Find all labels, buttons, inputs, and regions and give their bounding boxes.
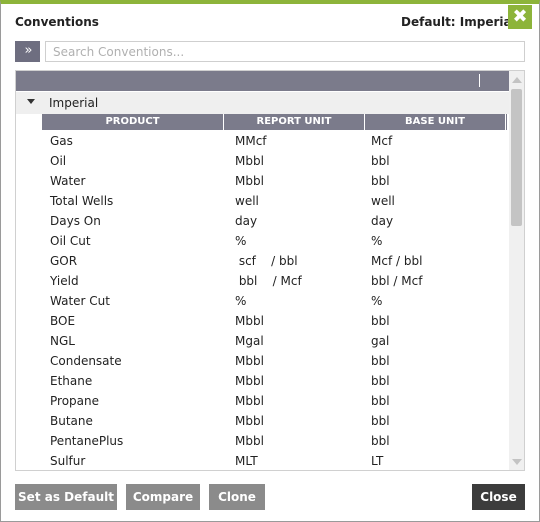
group-label: Imperial bbox=[49, 96, 99, 110]
report-unit-cell: Mbbl bbox=[235, 354, 264, 368]
product-cell: Butane bbox=[50, 414, 93, 428]
table-row[interactable]: Water Cut%% bbox=[16, 291, 509, 311]
dialog-title: Conventions bbox=[15, 15, 99, 29]
scroll-up-icon[interactable] bbox=[512, 77, 522, 83]
scroll-down-icon[interactable] bbox=[512, 459, 522, 465]
expand-panel-button[interactable]: » bbox=[15, 41, 40, 62]
table-row[interactable]: NGL Mgal gal bbox=[16, 331, 509, 351]
column-header-report-unit[interactable]: REPORT UNIT bbox=[224, 116, 364, 127]
product-cell: Ethane bbox=[50, 374, 93, 388]
base-unit-cell: bbl / Mcf bbox=[371, 274, 423, 288]
base-unit-cell: LT bbox=[371, 454, 384, 468]
report-unit-cell: Mbbl bbox=[235, 154, 264, 168]
group-row-imperial[interactable]: Imperial bbox=[16, 92, 509, 114]
base-unit-cell: bbl bbox=[371, 314, 390, 328]
product-cell: Yield bbox=[50, 274, 79, 288]
base-unit-cell: gal bbox=[371, 334, 390, 348]
conventions-dialog: Conventions Default: Imperial ✖ » Imperi… bbox=[0, 0, 540, 522]
scrollbar-thumb[interactable] bbox=[511, 89, 522, 226]
column-divider bbox=[505, 114, 506, 130]
base-unit-cell: Mcf / bbl bbox=[371, 254, 423, 268]
report-unit-cell: % bbox=[235, 294, 247, 308]
product-cell: Water bbox=[50, 174, 86, 188]
clone-button[interactable]: Clone bbox=[209, 484, 265, 510]
product-cell: Days On bbox=[50, 214, 101, 228]
report-unit-cell: % bbox=[235, 234, 247, 248]
table-row[interactable]: Ethane Mbbl bbl bbox=[16, 371, 509, 391]
table-row[interactable]: Yield bbl / Mcf bbl / Mcf bbox=[16, 271, 509, 291]
report-unit-cell: bbl / Mcf bbox=[235, 274, 302, 288]
report-unit-cell: day bbox=[235, 214, 258, 228]
table-row[interactable]: GOR scf / bbl Mcf / bbl bbox=[16, 251, 509, 271]
table-row[interactable]: BOE Mbbl bbl bbox=[16, 311, 509, 331]
report-unit-cell: Mbbl bbox=[235, 374, 264, 388]
column-header-base-unit[interactable]: BASE UNIT bbox=[365, 116, 505, 127]
base-unit-cell: Mcf bbox=[371, 134, 393, 148]
caret-down-icon[interactable] bbox=[27, 99, 35, 104]
base-unit-cell: bbl bbox=[371, 394, 390, 408]
base-unit-cell: bbl bbox=[371, 354, 390, 368]
base-unit-cell: bbl bbox=[371, 434, 390, 448]
conventions-grid: Imperial PRODUCT REPORT UNIT BASE UNIT G… bbox=[15, 70, 525, 471]
base-unit-cell: well bbox=[371, 194, 395, 208]
base-unit-cell: % bbox=[371, 294, 383, 308]
header-divider bbox=[479, 74, 480, 87]
product-cell: BOE bbox=[50, 314, 76, 328]
base-unit-cell: day bbox=[371, 214, 394, 228]
product-cell: Oil Cut bbox=[50, 234, 91, 248]
close-button[interactable]: Close bbox=[472, 484, 525, 510]
search-input[interactable] bbox=[45, 41, 525, 62]
set-as-default-button[interactable]: Set as Default bbox=[15, 484, 117, 510]
table-row[interactable]: Propane Mbbl bbl bbox=[16, 391, 509, 411]
report-unit-cell: Mgal bbox=[235, 334, 264, 348]
base-unit-cell: bbl bbox=[371, 374, 390, 388]
table-row[interactable]: Sulfur MLT LT bbox=[16, 451, 509, 470]
report-unit-cell: MLT bbox=[235, 454, 258, 468]
report-unit-cell: Mbbl bbox=[235, 414, 264, 428]
report-unit-cell: Mbbl bbox=[235, 394, 264, 408]
report-unit-cell: Mbbl bbox=[235, 174, 264, 188]
report-unit-cell: well bbox=[235, 194, 259, 208]
table-row[interactable]: Water Mbbl bbl bbox=[16, 171, 509, 191]
table-row[interactable]: Butane Mbbl bbl bbox=[16, 411, 509, 431]
table-row[interactable]: Oil Cut%% bbox=[16, 231, 509, 251]
product-cell: Oil bbox=[50, 154, 67, 168]
product-cell: GOR bbox=[50, 254, 78, 268]
base-unit-cell: bbl bbox=[371, 174, 390, 188]
product-cell: Sulfur bbox=[50, 454, 86, 468]
base-unit-cell: bbl bbox=[371, 414, 390, 428]
product-cell: Total Wells bbox=[50, 194, 114, 208]
grid-rows: Gas MMcf Mcf Oil Mbbl bbl Water Mbbl bbl Total We… bbox=[16, 131, 509, 470]
product-cell: Condensate bbox=[50, 354, 122, 368]
product-cell: NGL bbox=[50, 334, 75, 348]
product-cell: Water Cut bbox=[50, 294, 110, 308]
vertical-scrollbar[interactable] bbox=[509, 71, 524, 470]
column-header-product[interactable]: PRODUCT bbox=[42, 116, 223, 127]
base-unit-cell: % bbox=[371, 234, 383, 248]
table-row[interactable]: Oil Mbbl bbl bbox=[16, 151, 509, 171]
table-row[interactable]: Total Wells well well bbox=[16, 191, 509, 211]
product-cell: Propane bbox=[50, 394, 99, 408]
table-row[interactable]: Condensate Mbbl bbl bbox=[16, 351, 509, 371]
product-cell: Gas bbox=[50, 134, 73, 148]
product-cell: PentanePlus bbox=[50, 434, 124, 448]
report-unit-cell: Mbbl bbox=[235, 314, 264, 328]
report-unit-cell: Mbbl bbox=[235, 434, 264, 448]
column-header-row: PRODUCT REPORT UNIT BASE UNIT bbox=[42, 114, 507, 130]
grid-header bbox=[16, 71, 509, 91]
compare-button[interactable]: Compare bbox=[126, 484, 200, 510]
report-unit-cell: MMcf bbox=[235, 134, 267, 148]
default-convention-label: Default: Imperial bbox=[401, 15, 516, 29]
table-row[interactable]: Days On day day bbox=[16, 211, 509, 231]
table-row[interactable]: PentanePlus Mbbl bbl bbox=[16, 431, 509, 451]
table-row[interactable]: Gas MMcf Mcf bbox=[16, 131, 509, 151]
base-unit-cell: bbl bbox=[371, 154, 390, 168]
report-unit-cell: scf / bbl bbox=[235, 254, 298, 268]
close-icon[interactable]: ✖ bbox=[508, 5, 532, 29]
